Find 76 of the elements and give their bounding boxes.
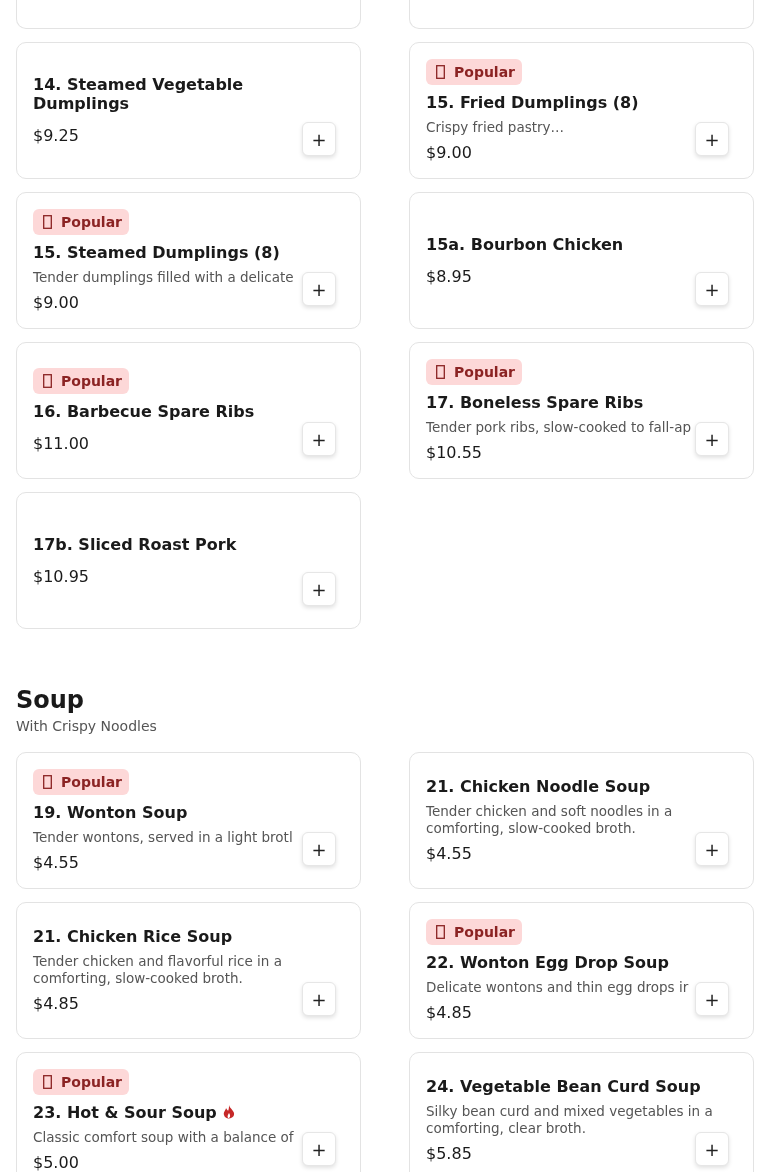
item-price: $5.00: [33, 1152, 79, 1172]
item-description: Tender chicken and flavorful rice in a comforting, slow-cooked broth.: [33, 953, 283, 987]
item-description: Classic comfort soup with a balance of: [33, 1128, 294, 1146]
missing-glyph-icon: [436, 64, 445, 79]
badge-label: Popular: [61, 1072, 123, 1091]
item-price: $11.00: [33, 433, 89, 454]
item-name: 17. Boneless Spare Ribs: [426, 392, 644, 412]
item-name: 19. Wonton Soup: [33, 802, 188, 822]
item-price: $9.25: [33, 126, 79, 146]
menu-item-card[interactable]: Popular 17. Boneless Spare Ribs Tender pork ribs, slow-cooked to fall-ap $10.55 +: [409, 342, 754, 479]
menu-item-card[interactable]: 21. Chicken Noodle Soup Tender chicken and soft noodles in a comforting, slow-cooked broth. $4.55 +: [409, 752, 754, 889]
menu-item-card[interactable]: Popular 15. Steamed Dumplings (8) Tender dumplings filled with a delicate $9.00 +: [16, 192, 361, 329]
item-name: 15a. Bourbon Chicken: [426, 234, 624, 254]
badge-label: Popular: [61, 772, 123, 791]
add-button[interactable]: +: [695, 982, 729, 1016]
item-name: 14. Steamed Vegetable Dumplings: [33, 75, 245, 113]
item-name: 21. Chicken Noodle Soup: [426, 777, 651, 796]
item-description: Tender chicken and soft noodles in a comforting, slow-cooked broth.: [426, 803, 674, 837]
menu-item-card[interactable]: Popular 22. Wonton Egg Drop Soup Delicate wontons and thin egg drops ir $4.85 +: [409, 902, 754, 1039]
missing-glyph-icon: [43, 214, 52, 229]
add-button[interactable]: +: [302, 572, 336, 606]
item-price: $4.85: [33, 994, 79, 1014]
menu-item-card[interactable]: 24. Vegetable Bean Curd Soup Silky bean curd and mixed vegetables in a comforting, clear broth. $5.85 +: [409, 1052, 754, 1172]
add-button[interactable]: +: [302, 422, 336, 456]
item-description: Tender pork ribs, slow-cooked to fall-ap: [426, 418, 691, 436]
menu-item-card[interactable]: 21. Chicken Rice Soup Tender chicken and flavorful rice in a comforting, slow-cooked broth. $4.85 +: [16, 902, 361, 1039]
item-price: $4.55: [33, 852, 79, 873]
badge-label: Popular: [61, 371, 123, 390]
item-price: $10.95: [33, 566, 89, 587]
badge-label: Popular: [454, 362, 516, 381]
item-description: Tender dumplings filled with a delicate: [33, 268, 294, 286]
add-button[interactable]: +: [302, 832, 336, 866]
menu-item-card[interactable]: Popular 23. Hot & Sour Soup Classic comfort soup with a balance of $5.00 +: [16, 1052, 361, 1172]
menu-item-card[interactable]: Popular 16. Barbecue Spare Ribs $11.00 +: [16, 342, 361, 479]
missing-glyph-icon: [436, 924, 445, 939]
badge-label: Popular: [454, 62, 516, 81]
item-name: 21. Chicken Rice Soup: [33, 927, 233, 946]
add-button[interactable]: +: [695, 272, 729, 306]
menu-item-card[interactable]: 15a. Bourbon Chicken $8.95 +: [409, 192, 754, 329]
item-name: 17b. Sliced Roast Pork: [33, 534, 237, 554]
item-name: 16. Barbecue Spare Ribs: [33, 401, 255, 421]
missing-glyph-icon: [436, 364, 445, 379]
add-button[interactable]: +: [302, 982, 336, 1016]
item-price: $9.00: [33, 292, 79, 313]
item-description: Crispy fried pastry…: [426, 118, 565, 136]
item-name: 24. Vegetable Bean Curd Soup: [426, 1077, 701, 1096]
menu-item-card[interactable]: 17b. Sliced Roast Pork $10.95 +: [16, 492, 361, 629]
item-price: $10.55: [426, 442, 482, 463]
item-name: 15. Fried Dumplings (8): [426, 92, 639, 112]
section-subtitle: With Crispy Noodles: [16, 718, 158, 734]
item-name: 23. Hot & Sour Soup: [33, 1102, 217, 1122]
menu-item-card[interactable]: Popular 15. Fried Dumplings (8) Crispy fried pastry… $9.00 +: [409, 42, 754, 179]
menu-item-card[interactable]: 14. Steamed Vegetable Dumplings $9.25 +: [16, 42, 361, 179]
item-description: Delicate wontons and thin egg drops ir: [426, 978, 689, 996]
add-button[interactable]: +: [695, 1132, 729, 1166]
missing-glyph-icon: [43, 373, 52, 388]
item-price: $9.00: [426, 142, 472, 163]
add-button[interactable]: +: [695, 122, 729, 156]
missing-glyph-icon: [43, 774, 52, 789]
add-button[interactable]: +: [302, 122, 336, 156]
item-price: $8.95: [426, 266, 472, 287]
add-button[interactable]: +: [302, 272, 336, 306]
badge-label: Popular: [61, 212, 123, 231]
item-name: 15. Steamed Dumplings (8): [33, 242, 280, 262]
add-button[interactable]: +: [695, 422, 729, 456]
item-price: $4.85: [426, 1002, 472, 1023]
item-price: $5.85: [426, 1144, 472, 1164]
add-button[interactable]: +: [695, 832, 729, 866]
badge-label: Popular: [454, 922, 516, 941]
item-name: 22. Wonton Egg Drop Soup: [426, 952, 669, 972]
item-price: $4.55: [426, 844, 472, 864]
section-title: Soup: [16, 685, 86, 715]
add-button[interactable]: +: [302, 1132, 336, 1166]
item-description: Tender wontons, served in a light brotl: [33, 828, 293, 846]
missing-glyph-icon: [43, 1074, 52, 1089]
menu-item-card[interactable]: Popular 19. Wonton Soup Tender wontons, served in a light brotl $4.55 +: [16, 752, 361, 889]
